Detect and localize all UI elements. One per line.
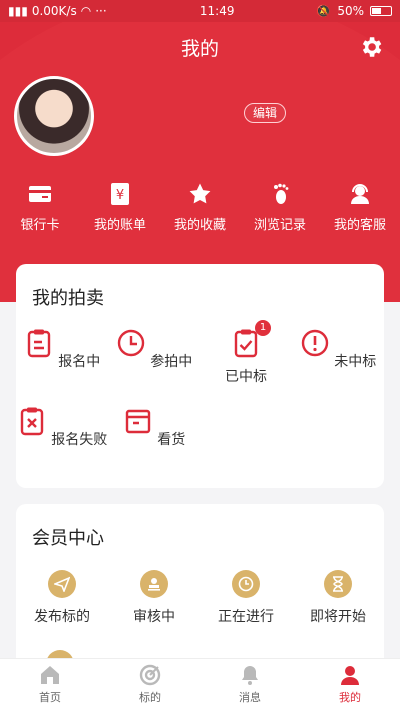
member-item-publish[interactable]: 发布标的 (16, 570, 108, 626)
quick-actions: 银行卡 ¥ 我的账单 我的收藏 浏览记录 我的客服 (0, 182, 400, 233)
gear-icon[interactable] (358, 34, 384, 60)
stamp-icon (140, 570, 168, 598)
auction-item-bidding[interactable]: 参拍中 (108, 328, 200, 371)
auction-title: 我的拍卖 (32, 288, 104, 309)
battery-percent: 50% (337, 4, 364, 18)
clock-icon (117, 329, 144, 357)
status-bar: ▮▮▮ 0.00K/s ◠ ··· 11:49 🔕 50% (0, 0, 400, 22)
page-title: 我的 (180, 38, 219, 60)
quick-item-favorites[interactable]: 我的收藏 (160, 182, 240, 233)
more-dots-icon: ··· (95, 4, 107, 18)
quick-item-history[interactable]: 浏览记录 (240, 182, 320, 233)
tab-listings[interactable]: 标的 (100, 659, 200, 711)
tab-mine[interactable]: 我的 (300, 659, 400, 711)
avatar[interactable] (14, 76, 94, 156)
customer-service-icon (351, 184, 369, 204)
quick-item-bank-card[interactable]: 银行卡 (0, 182, 80, 233)
auction-item-lost[interactable]: 未中标 (292, 328, 384, 371)
wifi-icon: ◠ (80, 4, 92, 18)
clock-icon (232, 570, 260, 598)
header-decoration (0, 22, 400, 302)
mute-icon: 🔕 (316, 4, 332, 18)
exclamation-icon (301, 329, 328, 357)
target-icon (139, 664, 161, 686)
network-speed: 0.00K/s (31, 4, 77, 18)
edit-button[interactable]: 编辑 (244, 103, 287, 123)
tab-messages[interactable]: 消息 (200, 659, 300, 711)
send-icon (48, 570, 76, 598)
box-icon (125, 409, 150, 434)
member-card: 会员中心 发布标的 审核中 正在进行 即将开始 (16, 504, 384, 678)
member-item-reviewing[interactable]: 审核中 (108, 570, 200, 626)
auction-item-registration-failed[interactable]: 报名失败 (16, 406, 108, 449)
quick-item-customer-service[interactable]: 我的客服 (320, 182, 400, 233)
auction-item-registering[interactable]: 报名中 (16, 328, 108, 371)
member-item-upcoming[interactable]: 即将开始 (292, 570, 384, 626)
hourglass-icon (324, 570, 352, 598)
bill-icon: ¥ (111, 183, 129, 205)
member-item-in-progress[interactable]: 正在进行 (200, 570, 292, 626)
auction-card: 我的拍卖 报名中 参拍中 1 已中标 未中标 报名失败 看货 (16, 264, 384, 488)
clipboard-icon (27, 329, 50, 358)
star-icon (189, 183, 211, 204)
tab-home[interactable]: 首页 (0, 659, 100, 711)
svg-text:¥: ¥ (116, 188, 124, 203)
auction-item-won[interactable]: 1 已中标 (200, 320, 292, 386)
won-badge: 1 (255, 320, 271, 336)
footprint-icon (274, 183, 289, 204)
bottom-tab-bar: 首页 标的 消息 我的 (0, 658, 400, 711)
clipboard-x-icon (20, 407, 43, 436)
bank-card-icon (29, 186, 51, 202)
status-time: 11:49 (199, 4, 235, 18)
home-icon (41, 666, 59, 684)
bell-icon (242, 666, 258, 685)
auction-item-inspect[interactable]: 看货 (108, 406, 200, 449)
quick-item-bill[interactable]: ¥ 我的账单 (80, 182, 160, 233)
profile-header: 我的 编辑 银行卡 ¥ 我的账单 我的收藏 浏览记录 我的客服 (0, 22, 400, 302)
signal-icon: ▮▮▮ (8, 4, 28, 18)
battery-icon (370, 6, 392, 16)
user-icon (341, 666, 359, 685)
member-title: 会员中心 (32, 528, 104, 549)
